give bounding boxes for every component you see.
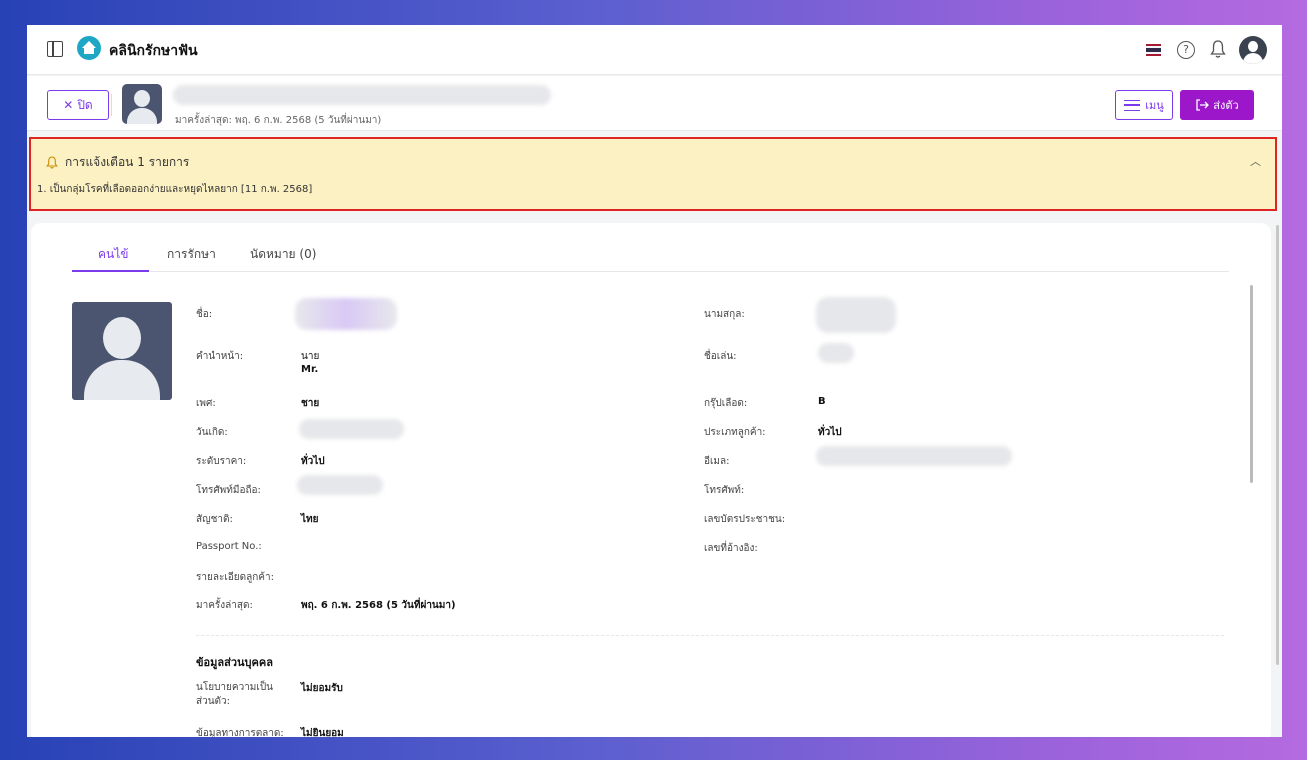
blood-group-label: กรุ๊ปเลือด: [704,398,748,409]
email-redacted [816,446,1012,466]
tab-treatment[interactable]: การรักษา [167,245,216,264]
tab-patient[interactable]: คนไข้ [98,245,128,264]
last-name-label: นามสกุล: [704,309,745,320]
app-window: คลินิกรักษาฟัน ? ✕ ปิด มาครั้งล่าสุด: พฤ… [27,25,1282,737]
reference-no-label: เลขที่อ้างอิง: [704,543,758,554]
gender-label: เพศ: [196,398,216,409]
price-level-value: ทั่วไป [301,456,325,467]
top-bar: คลินิกรักษาฟัน ? [27,25,1282,75]
user-avatar[interactable] [1239,36,1267,64]
nationality-value: ไทย [301,514,319,525]
tab-bar: คนไข้ การรักษา นัดหมาย (0) [72,239,1229,272]
privacy-policy-label: นโยบายความเป็น ส่วนตัว: [196,682,274,707]
passport-label: Passport No.: [196,541,262,552]
help-icon[interactable]: ? [1177,41,1195,59]
sidebar-toggle-icon[interactable] [47,41,63,57]
home-logo-icon[interactable] [77,36,101,60]
divider [111,94,112,116]
email-label: อีเมล: [704,456,730,467]
customer-type-value: ทั่วไป [818,427,842,438]
phone-label: โทรศัพท์: [704,485,745,496]
prefix-value: นาย [301,351,320,362]
birthdate-redacted [299,419,404,439]
blood-group-value: B [818,396,826,407]
patient-avatar [122,84,162,124]
close-button[interactable]: ✕ ปิด [47,90,109,120]
thai-flag-icon[interactable] [1146,44,1161,56]
patient-card: คนไข้ การรักษา นัดหมาย (0) ชื่อ: คำนำหน้… [31,223,1271,737]
birthdate-label: วันเกิด: [196,427,228,438]
close-icon: ✕ [63,98,74,112]
patient-name-redacted [173,85,551,105]
alert-title[interactable]: การแจ้งเตือน 1 รายการ [46,153,189,172]
menu-button[interactable]: เมนู [1115,90,1173,120]
alert-panel: การแจ้งเตือน 1 รายการ ︿ 1. เป็นกลุ่มโรคท… [29,137,1277,211]
patient-header: ✕ ปิด มาครั้งล่าสุด: พฤ. 6 ก.พ. 2568 (5 … [27,76,1282,131]
customer-type-label: ประเภทลูกค้า: [704,427,766,438]
nickname-redacted [818,343,854,363]
gender-value: ชาย [301,398,320,409]
mobile-label: โทรศัพท์มือถือ: [196,485,261,496]
bell-icon[interactable] [1210,39,1226,59]
card-scrollbar[interactable] [1250,285,1253,483]
send-button[interactable]: ส่งตัว [1180,90,1254,120]
tab-appointments[interactable]: นัดหมาย (0) [250,245,316,264]
marketing-label: ข้อมูลทางการตลาด: [196,728,284,737]
id-card-label: เลขบัตรประชาชน: [704,514,786,525]
privacy-policy-value: ไม่ยอมรับ [301,683,343,694]
last-visit-text: มาครั้งล่าสุด: พฤ. 6 ก.พ. 2568 (5 วันที่… [175,115,382,126]
logout-arrow-icon [1196,99,1210,111]
alert-item: 1. เป็นกลุ่มโรคที่เลือดออกง่ายและหยุดไหล… [37,184,313,195]
mobile-redacted [297,475,383,495]
nationality-label: สัญชาติ: [196,514,233,525]
first-name-label: ชื่อ: [196,309,213,320]
last-visit-label: มาครั้งล่าสุด: [196,600,253,611]
patient-photo [72,302,172,400]
last-visit-value: พฤ. 6 ก.พ. 2568 (5 วันที่ผ่านมา) [301,600,456,611]
last-name-redacted [816,297,896,333]
section-divider [196,635,1224,636]
customer-detail-label: รายละเอียดลูกค้า: [196,572,274,583]
chevron-up-icon[interactable]: ︿ [1250,153,1261,169]
marketing-value: ไม่ยินยอม [301,728,344,737]
hamburger-icon [1124,99,1141,111]
prefix-label: คำนำหน้า: [196,351,244,362]
app-title: คลินิกรักษาฟัน [109,43,198,59]
nickname-label: ชื่อเล่น: [704,351,737,362]
price-level-label: ระดับราคา: [196,456,247,467]
prefix-value-en: Mr. [301,364,319,375]
first-name-redacted [295,298,397,330]
page-scrollbar[interactable] [1276,225,1279,665]
personal-info-title: ข้อมูลส่วนบุคคล [196,656,273,669]
bell-icon [46,156,58,169]
tab-active-indicator [72,270,149,272]
